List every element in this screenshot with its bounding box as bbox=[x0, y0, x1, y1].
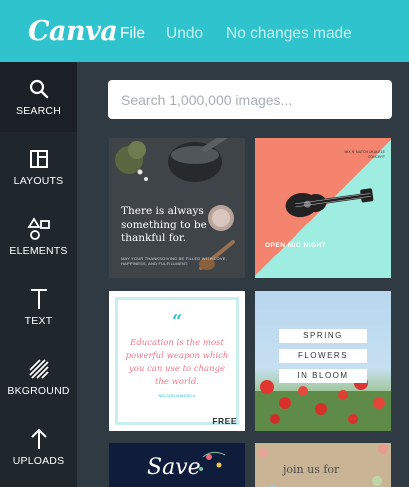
template-heading-line: FLOWERS bbox=[279, 349, 367, 363]
search-input[interactable] bbox=[108, 80, 392, 119]
sidebar-item-layouts[interactable]: LAYOUTS bbox=[0, 132, 77, 202]
shapes-icon bbox=[0, 216, 77, 242]
template-caption: MIX N' MATCH UKULELE CONCERT bbox=[344, 150, 385, 159]
search-box[interactable] bbox=[108, 80, 392, 119]
template-heading: OPEN MIC NIGHT bbox=[265, 242, 327, 249]
template-caption: MAY YOUR THANKSGIVING BE FILLED WITH LOV… bbox=[121, 256, 227, 266]
sidebar-item-label: BKGROUND bbox=[7, 385, 70, 397]
template-heading-line: SPRING bbox=[279, 329, 367, 343]
upload-icon bbox=[0, 426, 77, 452]
sidebar-item-text[interactable]: TEXT bbox=[0, 272, 77, 342]
canva-logo[interactable]: Canva bbox=[28, 16, 118, 47]
sidebar-item-uploads[interactable]: UPLOADS bbox=[0, 412, 77, 482]
text-icon bbox=[0, 286, 77, 312]
save-status: No changes made bbox=[226, 25, 352, 42]
quote-mark-icon: “ bbox=[171, 311, 183, 332]
sidebar-item-search[interactable]: SEARCH bbox=[0, 62, 77, 132]
background-icon bbox=[0, 356, 77, 382]
sidebar-item-background[interactable]: BKGROUND bbox=[0, 342, 77, 412]
undo-button[interactable]: Undo bbox=[166, 25, 203, 43]
sidebar-item-label: SEARCH bbox=[16, 105, 61, 117]
sidebar-item-elements[interactable]: ELEMENTS bbox=[0, 202, 77, 272]
template-thumbnail-thanksgiving[interactable]: There is always something to be thankful… bbox=[109, 138, 245, 278]
template-attribution: NELSON MANDELA bbox=[158, 393, 196, 398]
template-quote-text: Education is the most powerful weapon wh… bbox=[125, 338, 229, 387]
template-thumbnail-spring-flowers[interactable]: SPRING FLOWERS IN BLOOM bbox=[255, 291, 391, 431]
template-thumbnail-save-the-date[interactable]: Save bbox=[109, 443, 245, 487]
free-badge: FREE bbox=[212, 416, 237, 426]
template-heading-line: IN BLOOM bbox=[279, 369, 367, 383]
search-icon bbox=[0, 76, 77, 102]
left-sidebar: SEARCH LAYOUTS ELEMENTS TEXT BKGROUND UP… bbox=[0, 62, 77, 487]
template-thumbnail-education-quote[interactable]: “ Education is the most powerful weapon … bbox=[109, 291, 245, 431]
template-heading: join us for bbox=[283, 463, 340, 476]
sidebar-item-label: LAYOUTS bbox=[13, 175, 64, 187]
template-quote-text: There is always something to be thankful… bbox=[121, 205, 207, 244]
sidebar-item-label: ELEMENTS bbox=[9, 245, 68, 257]
sidebar-item-label: TEXT bbox=[24, 315, 53, 327]
top-bar: Canva File Undo No changes made bbox=[0, 0, 409, 62]
template-heading: Save bbox=[147, 455, 201, 480]
layout-icon bbox=[0, 146, 77, 172]
ukulele-illustration bbox=[285, 188, 374, 218]
template-thumbnail-join-us[interactable]: join us for bbox=[255, 443, 391, 487]
sidebar-item-label: UPLOADS bbox=[12, 455, 65, 467]
file-menu[interactable]: File bbox=[120, 25, 145, 43]
template-panel: There is always something to be thankful… bbox=[77, 62, 409, 487]
template-thumbnail-open-mic[interactable]: MIX N' MATCH UKULELE CONCERT OPEN MIC NI… bbox=[255, 138, 391, 278]
